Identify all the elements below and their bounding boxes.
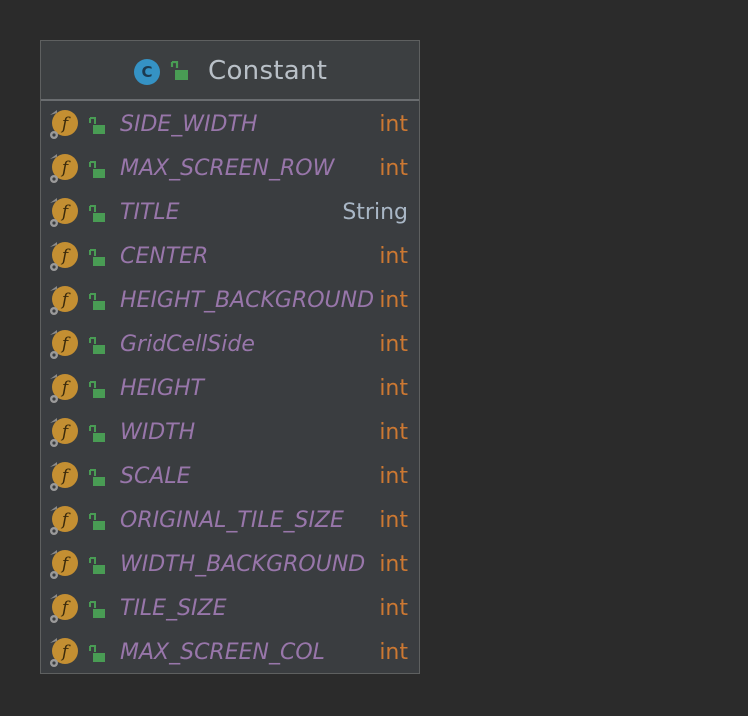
field-name: MAX_SCREEN_COL	[120, 640, 325, 665]
field-type: int	[379, 288, 408, 313]
unlock-icon	[89, 205, 105, 222]
field-type: int	[379, 596, 408, 621]
unlock-icon	[89, 513, 105, 530]
unlock-icon	[89, 645, 105, 662]
unlock-icon	[89, 337, 105, 354]
field-type: int	[379, 112, 408, 137]
static-final-field-icon: f	[50, 506, 78, 535]
field-type: int	[379, 332, 408, 357]
class-icon-letter: C	[141, 63, 153, 81]
unlock-icon	[89, 557, 105, 574]
unlock-icon	[89, 161, 105, 178]
field-row[interactable]: f CENTER int	[41, 235, 419, 279]
field-name: MAX_SCREEN_ROW	[120, 156, 335, 181]
field-list: f SIDE_WIDTH int f MAX_SCREEN_ROW int f TITLE St…	[41, 103, 419, 675]
field-row[interactable]: f WIDTH_BACKGROUND int	[41, 543, 419, 587]
field-name: WIDTH	[120, 420, 196, 445]
unlock-icon	[89, 293, 105, 310]
static-final-field-icon: f	[50, 550, 78, 579]
unlock-icon	[89, 601, 105, 618]
field-row[interactable]: f MAX_SCREEN_COL int	[41, 631, 419, 675]
field-type: int	[379, 640, 408, 665]
field-row[interactable]: f SCALE int	[41, 455, 419, 499]
field-name: ORIGINAL_TILE_SIZE	[120, 508, 344, 533]
field-name: WIDTH_BACKGROUND	[120, 552, 366, 577]
static-final-field-icon: f	[50, 242, 78, 271]
field-type: int	[379, 464, 408, 489]
class-header[interactable]: C Constant	[41, 41, 419, 101]
field-name: SIDE_WIDTH	[120, 112, 258, 137]
field-name: HEIGHT	[120, 376, 204, 401]
field-type: int	[379, 508, 408, 533]
unlock-icon	[89, 469, 105, 486]
field-row[interactable]: f MAX_SCREEN_ROW int	[41, 147, 419, 191]
field-name: HEIGHT_BACKGROUND	[120, 288, 375, 313]
class-diagram-box[interactable]: C Constant f SIDE_WIDTH int f MAX_SCREEN_ROW…	[40, 40, 420, 674]
field-type: int	[379, 156, 408, 181]
static-final-field-icon: f	[50, 462, 78, 491]
static-final-field-icon: f	[50, 374, 78, 403]
class-icon: C	[134, 59, 160, 85]
field-row[interactable]: f ORIGINAL_TILE_SIZE int	[41, 499, 419, 543]
field-name: TILE_SIZE	[120, 596, 227, 621]
static-final-field-icon: f	[50, 154, 78, 183]
field-name: SCALE	[120, 464, 191, 489]
static-final-field-icon: f	[50, 198, 78, 227]
field-row[interactable]: f HEIGHT int	[41, 367, 419, 411]
class-name: Constant	[208, 56, 328, 86]
field-name: GridCellSide	[120, 332, 255, 357]
static-final-field-icon: f	[50, 110, 78, 139]
unlock-icon	[170, 61, 188, 80]
field-name: CENTER	[120, 244, 209, 269]
field-row[interactable]: f HEIGHT_BACKGROUND int	[41, 279, 419, 323]
static-final-field-icon: f	[50, 418, 78, 447]
field-type: int	[379, 420, 408, 445]
unlock-icon	[89, 425, 105, 442]
field-row[interactable]: f GridCellSide int	[41, 323, 419, 367]
field-row[interactable]: f TITLE String	[41, 191, 419, 235]
field-type: int	[379, 552, 408, 577]
unlock-icon	[89, 117, 105, 134]
field-type: String	[342, 200, 408, 225]
field-type: int	[379, 244, 408, 269]
unlock-icon	[89, 249, 105, 266]
static-final-field-icon: f	[50, 286, 78, 315]
static-final-field-icon: f	[50, 638, 78, 667]
unlock-icon	[89, 381, 105, 398]
static-final-field-icon: f	[50, 594, 78, 623]
field-name: TITLE	[120, 200, 180, 225]
field-row[interactable]: f SIDE_WIDTH int	[41, 103, 419, 147]
field-type: int	[379, 376, 408, 401]
field-row[interactable]: f TILE_SIZE int	[41, 587, 419, 631]
static-final-field-icon: f	[50, 330, 78, 359]
field-row[interactable]: f WIDTH int	[41, 411, 419, 455]
